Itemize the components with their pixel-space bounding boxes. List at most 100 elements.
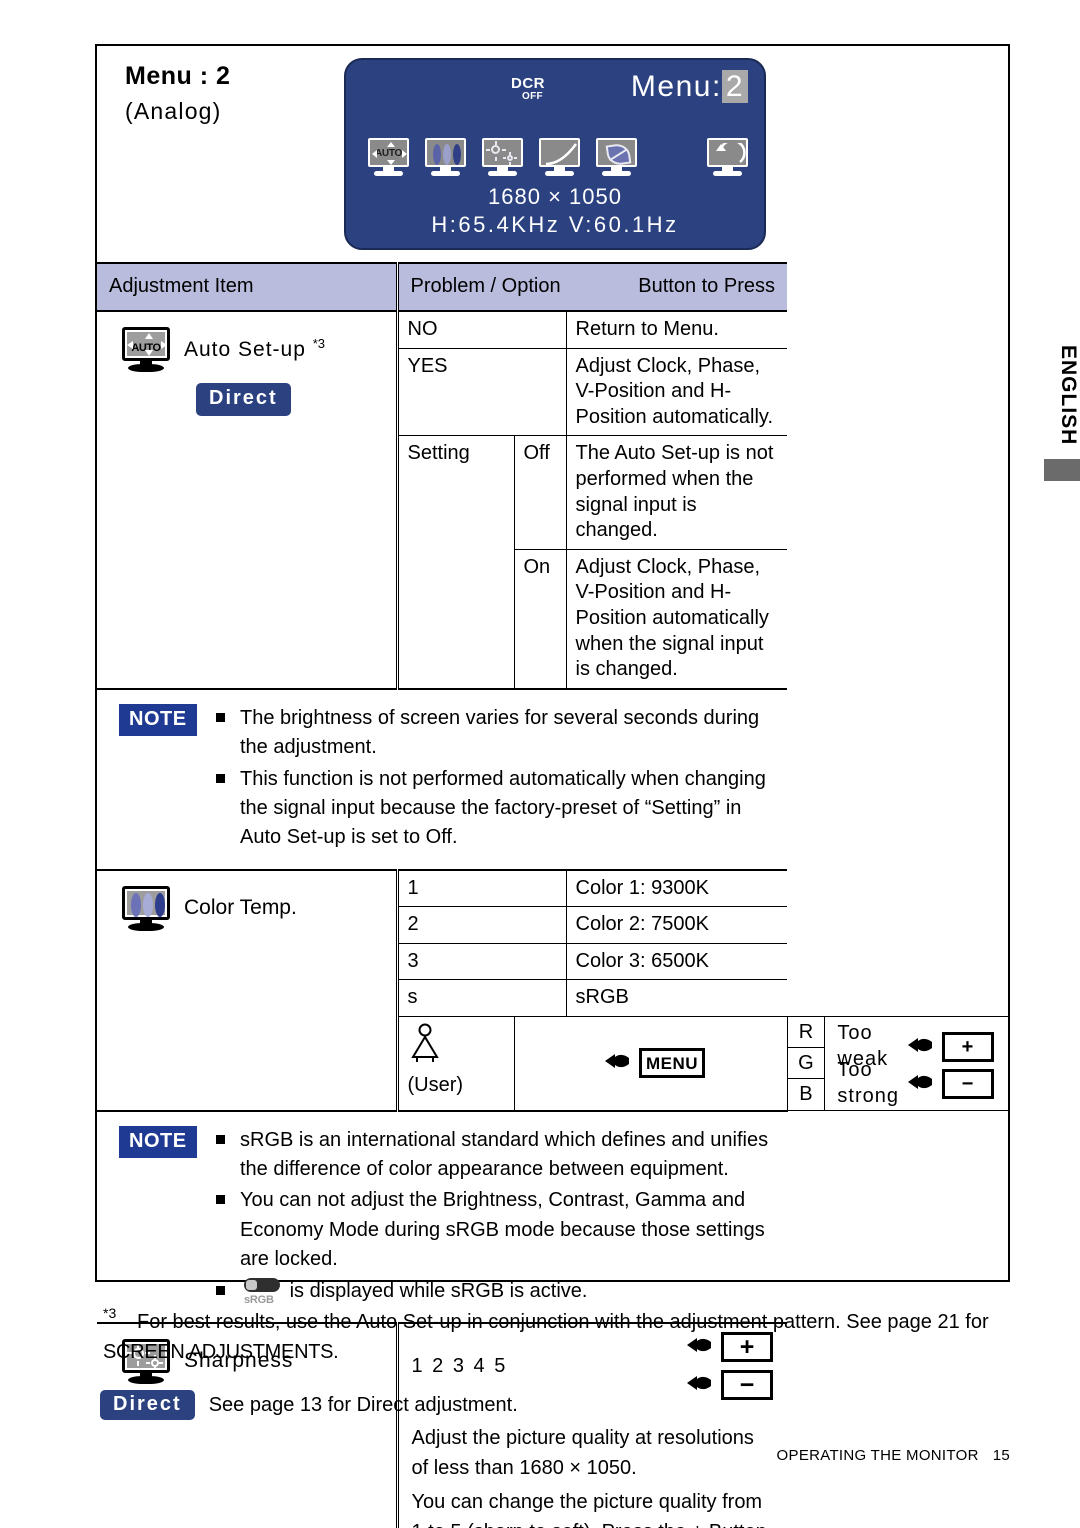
auto-setup-desc-yes: Adjust Clock, Phase, V-Position and H-Po… [565,347,787,437]
minus-button-group[interactable]: − [899,1068,994,1099]
sharpness-paragraph-1: Adjust the picture quality at resolution… [411,1427,754,1480]
pointing-hand-icon [605,1054,629,1069]
color-temp-icon [120,885,172,932]
header-area: Menu : 2 (Analog) DCR OFF Menu: 2 AUTO 1… [97,46,1008,262]
sharpness-minus-key[interactable]: − [721,1369,773,1400]
side-tab-bar [1044,459,1080,482]
note-item: You can not adjust the Brightness, Contr… [212,1186,775,1274]
osd-frequency: H:65.4KHz V:60.1Hz [431,212,679,237]
table-row: AUTO Auto Set-up *3 Direct NO Return to … [97,310,1008,690]
osd-color-temp-icon[interactable] [425,138,466,176]
note-row-1: NOTE The brightness of screen varies for… [97,687,1008,871]
auto-setup-desc-on: Adjust Clock, Phase, V-Position and H-Po… [565,548,787,690]
auto-setup-footnote-marker: *3 [312,336,326,352]
color-temp-menu-cell: MENU [513,1016,788,1112]
reset-arrow-icon [716,143,746,163]
auto-setup-sub-off: Off [513,435,567,550]
pointing-hand-icon [908,1037,932,1052]
color-temp-option-2: 2 [395,906,567,944]
osd-preview-panel: DCR OFF Menu: 2 AUTO 1680 × 1050 H:65.4K… [344,58,766,250]
auto-setup-desc-off: The Auto Set-up is not performed when th… [565,435,787,550]
direct-footer-line: Direct See page 13 for Direct adjustment… [100,1390,518,1420]
header-problem-option: Problem / Option [410,275,561,298]
note-badge: NOTE [119,703,197,737]
gamma-curve-icon [545,143,578,165]
pointing-hand-icon [908,1074,932,1089]
footnote-line-2: SCREEN ADJUSTMENTS. [103,1341,339,1363]
page-footer: OPERATING THE MONITOR 15 [777,1447,1010,1464]
osd-reset-icon[interactable] [707,138,748,176]
srgb-icon-caption: sRGB [244,1293,274,1306]
page-footer-section: OPERATING THE MONITOR [776,1447,979,1464]
sharpness-paragraph-2: You can change the picture quality from … [411,1491,767,1528]
color-temp-option-1: 1 [395,869,567,908]
page-footer-number: 15 [992,1447,1010,1464]
color-temp-option-3: 3 [395,942,567,981]
footnote-line-1: For best results, use the Auto Set-up in… [137,1311,989,1333]
minus-button-key[interactable]: − [942,1068,994,1099]
color-temp-option-s: s [395,979,567,1018]
plus-button-key[interactable]: + [942,1031,994,1062]
page-title: Menu : 2 [125,62,231,90]
auto-setup-option-no: NO [395,310,567,349]
too-strong-row: Too strong − [825,1059,1008,1107]
osd-resolution: 1680 × 1050 [488,184,622,209]
table-header-row: Adjustment Item Problem / Option Button … [97,262,1008,312]
side-tab-label: ENGLISH [1057,345,1080,446]
rgb-channel-b: B [799,1083,813,1106]
rgb-channel-r: R [787,1017,825,1049]
osd-menu-value: 2 [721,70,748,103]
note-list: sRGB is an international standard which … [212,1126,775,1306]
dcr-indicator: DCR OFF [511,76,545,102]
color-temp-desc-1: Color 1: 9300K [565,869,787,908]
language-side-tab: ENGLISH [1044,345,1080,482]
osd-brightness-contrast-icon[interactable] [482,138,523,176]
rgb-channel-column: R G B [787,1017,826,1111]
footnote-text: For best results, use the Auto Set-up in… [103,1311,1013,1367]
osd-icon-row: AUTO [368,138,748,178]
direct-badge-auto-setup[interactable]: Direct [196,383,291,416]
sharpness-minus-group[interactable]: − [678,1369,773,1400]
color-temp-user-cell: (User) [395,1016,515,1112]
footnote-block: *3 For best results, use the Auto Set-up… [103,1305,1013,1367]
direct-badge-footer[interactable]: Direct [100,1390,195,1420]
color-temp-desc-srgb: sRGB [565,979,787,1018]
auto-setup-desc-no: Return to Menu. [565,310,787,349]
user-icon [410,1023,439,1063]
page-root: ENGLISH Menu : 2 (Analog) DCR OFF Menu: 2 [0,0,1080,1528]
header-adjustment-item: Adjustment Item [97,262,398,312]
page-subtitle: (Analog) [125,98,222,124]
note-badge: NOTE [119,1125,197,1159]
dcr-label: DCR [511,75,545,92]
content-frame: Menu : 2 (Analog) DCR OFF Menu: 2 AUTO 1… [95,44,1010,1528]
osd-gamma-icon[interactable] [539,138,580,176]
auto-setup-item-cell: AUTO Auto Set-up *3 Direct [97,310,398,690]
dcr-state: OFF [522,91,543,102]
header-problem-button: Problem / Option Button to Press [395,262,787,312]
color-temp-desc-3: Color 3: 6500K [565,942,787,981]
direct-footer-text: See page 13 for Direct adjustment. [208,1393,518,1416]
osd-auto-setup-icon[interactable]: AUTO [368,138,409,176]
color-temp-item-cell: Color Temp. [97,869,398,1112]
srgb-indicator-icon: sRGB [240,1277,284,1306]
note-item-srgb-text: is displayed while sRGB is active. [289,1279,588,1302]
note-item-srgb: sRGB is displayed while sRGB is active. [212,1277,775,1306]
footnote-marker: *3 [103,1305,117,1321]
auto-setup-option-yes: YES [395,347,567,437]
color-temp-label: Color Temp. [184,896,297,920]
note-item: sRGB is an international standard which … [212,1126,775,1185]
color-temp-desc-2: Color 2: 7500K [565,906,787,944]
osd-eco-mode-icon[interactable] [596,138,637,176]
auto-setup-icon: AUTO [120,327,172,373]
note-list: The brightness of screen varies for seve… [212,704,775,853]
plus-button-group[interactable]: + [899,1031,994,1062]
note-item: This function is not performed automatic… [212,765,775,853]
color-temp-rgb-cell: R G B Too weak + Too strong − [786,1016,1008,1112]
auto-setup-sub-on: On [513,548,567,690]
note-row-2: NOTE sRGB is an international standard w… [97,1109,1008,1324]
menu-button-key[interactable]: MENU [639,1048,705,1079]
color-temp-user-label: (User) [407,1073,464,1096]
note-item: The brightness of screen varies for seve… [212,704,775,763]
table-row: Color Temp. 1 Color 1: 9300K [97,869,1008,1112]
pointing-hand-icon [687,1375,711,1390]
